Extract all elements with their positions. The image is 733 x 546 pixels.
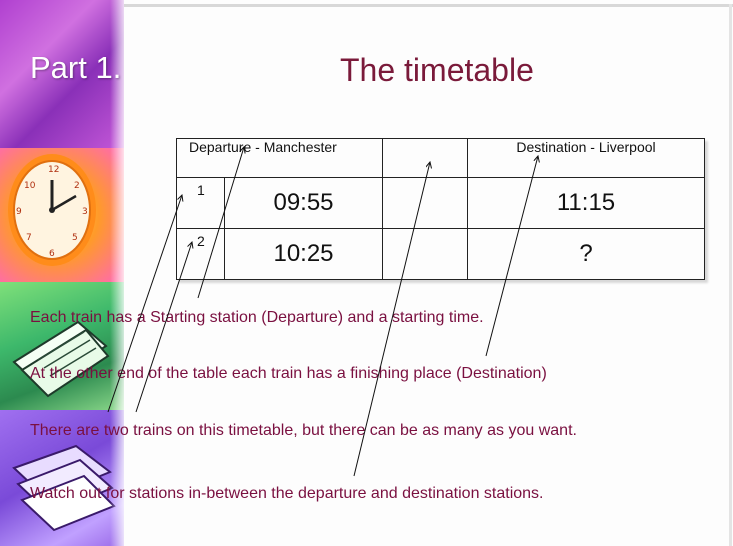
slide: 12 2 35 67 9 10 Part 1. The timetable De… <box>0 0 733 546</box>
svg-text:5: 5 <box>72 233 78 243</box>
clock-image: 12 2 3 5 6 7 9 10 <box>8 154 96 266</box>
part-label: Part 1. <box>30 50 122 85</box>
bullet-starting-station: Each train has a Starting station (Depar… <box>30 309 484 326</box>
svg-text:6: 6 <box>49 249 55 259</box>
arrival-time: 11:15 <box>467 177 705 229</box>
timetable: Departure - Manchester Destination - Liv… <box>176 138 705 280</box>
svg-text:10: 10 <box>24 181 36 191</box>
svg-text:3: 3 <box>82 207 88 217</box>
in-between-header <box>382 138 468 178</box>
svg-text:2: 2 <box>74 181 80 191</box>
arrival-time: ? <box>467 228 705 280</box>
books-image <box>12 444 116 532</box>
slide-title: The timetable <box>340 52 534 88</box>
right-border-line <box>729 4 732 546</box>
bullet-train-count: There are two trains on this timetable, … <box>30 422 577 439</box>
table-row: 1 09:55 11:15 <box>176 177 705 229</box>
svg-text:12: 12 <box>48 165 59 175</box>
departure-header: Departure - Manchester <box>176 138 383 178</box>
bullet-in-between-stations: Watch out for stations in-between the de… <box>30 485 544 502</box>
table-row: 2 10:25 ? <box>176 228 705 280</box>
destination-header: Destination - Liverpool <box>467 138 705 178</box>
departure-time: 09:55 <box>224 177 383 229</box>
departure-time: 10:25 <box>224 228 383 280</box>
bullet-destination: At the other end of the table each train… <box>30 365 547 382</box>
timetable-header-row: Departure - Manchester Destination - Liv… <box>176 138 705 178</box>
train-number: 2 <box>176 228 225 280</box>
train-number: 1 <box>176 177 225 229</box>
in-between-cell <box>382 228 468 280</box>
svg-text:9: 9 <box>16 207 22 217</box>
top-border-line <box>124 4 733 7</box>
in-between-cell <box>382 177 468 229</box>
svg-text:7: 7 <box>26 233 32 243</box>
